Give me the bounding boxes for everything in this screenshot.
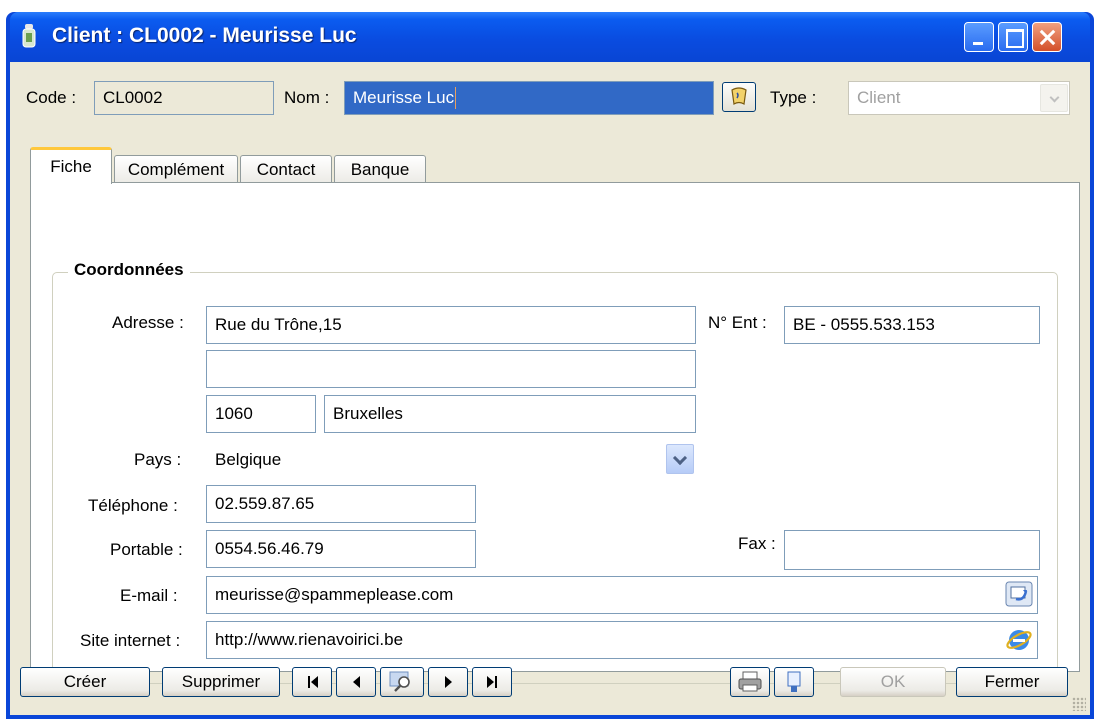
- portable-value: 0554.56.46.79: [215, 539, 324, 558]
- send-mail-button[interactable]: [1004, 579, 1034, 609]
- nent-label: N° Ent :: [708, 313, 767, 332]
- tab-banque[interactable]: Banque: [334, 155, 426, 183]
- pays-label: Pays :: [134, 450, 182, 469]
- resize-grip[interactable]: [1072, 697, 1086, 711]
- tab-contact-label: Contact: [256, 159, 316, 179]
- last-record-button[interactable]: [472, 667, 512, 697]
- tab-contact[interactable]: Contact: [240, 155, 332, 183]
- close-button[interactable]: [1032, 22, 1062, 52]
- next-record-button[interactable]: [428, 667, 468, 697]
- label-print-button[interactable]: [774, 667, 814, 697]
- supprimer-label: Supprimer: [181, 672, 261, 691]
- fermer-label: Fermer: [984, 672, 1040, 691]
- open-site-button[interactable]: [1004, 624, 1034, 654]
- group-title: Coordonnées: [68, 260, 190, 280]
- text-caret: [455, 87, 457, 109]
- last-icon: [486, 676, 498, 688]
- previous-record-button[interactable]: [336, 667, 376, 697]
- nom-input[interactable]: Meurisse Luc: [344, 81, 714, 115]
- code-value: CL0002: [103, 88, 163, 107]
- ville-value: Bruxelles: [333, 404, 403, 423]
- search-record-button[interactable]: [380, 667, 424, 697]
- creer-label: Créer: [63, 672, 107, 691]
- client-icon: [22, 24, 36, 48]
- ville-input[interactable]: Bruxelles: [324, 395, 696, 433]
- code-postal-value: 1060: [215, 404, 253, 423]
- email-input[interactable]: meurisse@spammeplease.com: [206, 576, 1038, 614]
- portable-label: Portable :: [110, 540, 183, 559]
- next-icon: [444, 676, 452, 688]
- tab-banque-label: Banque: [350, 159, 410, 179]
- email-value: meurisse@spammeplease.com: [215, 585, 454, 604]
- creer-button[interactable]: Créer: [20, 667, 150, 697]
- title-bar[interactable]: Client : CL0002 - Meurisse Luc: [10, 12, 1090, 62]
- code-label: Code :: [26, 88, 77, 107]
- site-label: Site internet :: [80, 631, 181, 650]
- tab-complement[interactable]: Complément: [114, 155, 238, 183]
- tab-complement-label: Complément: [127, 159, 225, 179]
- tab-fiche-label: Fiche: [50, 157, 92, 176]
- label-print-icon: [787, 671, 801, 692]
- nent-value: BE - 0555.533.153: [793, 315, 935, 334]
- type-label: Type :: [770, 88, 817, 107]
- ok-button[interactable]: OK: [840, 667, 946, 697]
- maximize-button[interactable]: [998, 22, 1028, 52]
- chevron-down-icon[interactable]: [1040, 84, 1068, 112]
- telephone-value: 02.559.87.65: [215, 494, 315, 513]
- pays-value: Belgique: [215, 450, 282, 469]
- client-window: Client : CL0002 - Meurisse Luc Code : CL…: [6, 12, 1094, 719]
- telephone-input[interactable]: 02.559.87.65: [206, 485, 476, 523]
- send-mail-icon: [1005, 581, 1033, 607]
- magnifier-icon: [389, 671, 410, 692]
- window-content: Code : CL0002 Nom : Meurisse Luc Type : …: [10, 62, 1090, 715]
- window-title: Client : CL0002 - Meurisse Luc: [52, 24, 357, 47]
- print-button[interactable]: [730, 667, 770, 697]
- portable-input[interactable]: 0554.56.46.79: [206, 530, 476, 568]
- type-value: Client: [857, 88, 901, 107]
- nom-value: Meurisse Luc: [353, 88, 455, 107]
- email-label: E-mail :: [120, 586, 178, 605]
- previous-icon: [352, 676, 360, 688]
- tab-fiche[interactable]: Fiche: [30, 147, 112, 184]
- site-input[interactable]: http://www.rienavoirici.be: [206, 621, 1038, 659]
- site-value: http://www.rienavoirici.be: [215, 630, 404, 649]
- ok-label: OK: [880, 672, 906, 691]
- telephone-label: Téléphone :: [88, 496, 178, 515]
- printer-icon: [738, 671, 762, 692]
- minimize-button[interactable]: [964, 22, 994, 52]
- nent-input[interactable]: BE - 0555.533.153: [784, 306, 1040, 344]
- first-icon: [307, 676, 318, 688]
- name-lookup-button[interactable]: [722, 82, 756, 112]
- adresse-line1-input[interactable]: Rue du Trône,15: [206, 306, 696, 344]
- nom-label: Nom :: [284, 88, 330, 107]
- code-field[interactable]: CL0002: [94, 81, 274, 115]
- fermer-button[interactable]: Fermer: [956, 667, 1068, 697]
- first-record-button[interactable]: [292, 667, 332, 697]
- pays-select[interactable]: Belgique: [206, 442, 696, 478]
- supprimer-button[interactable]: Supprimer: [162, 667, 280, 697]
- fax-label: Fax :: [738, 534, 776, 553]
- type-select[interactable]: Client: [848, 81, 1070, 115]
- adresse-line2-input[interactable]: [206, 350, 696, 388]
- code-postal-input[interactable]: 1060: [206, 395, 316, 433]
- phone-book-icon: [731, 87, 747, 105]
- adresse-label: Adresse :: [112, 313, 184, 332]
- internet-explorer-icon: [1006, 630, 1032, 650]
- chevron-down-icon[interactable]: [666, 444, 694, 474]
- fax-input[interactable]: [784, 530, 1040, 570]
- adresse-line1-value: Rue du Trône,15: [215, 315, 342, 334]
